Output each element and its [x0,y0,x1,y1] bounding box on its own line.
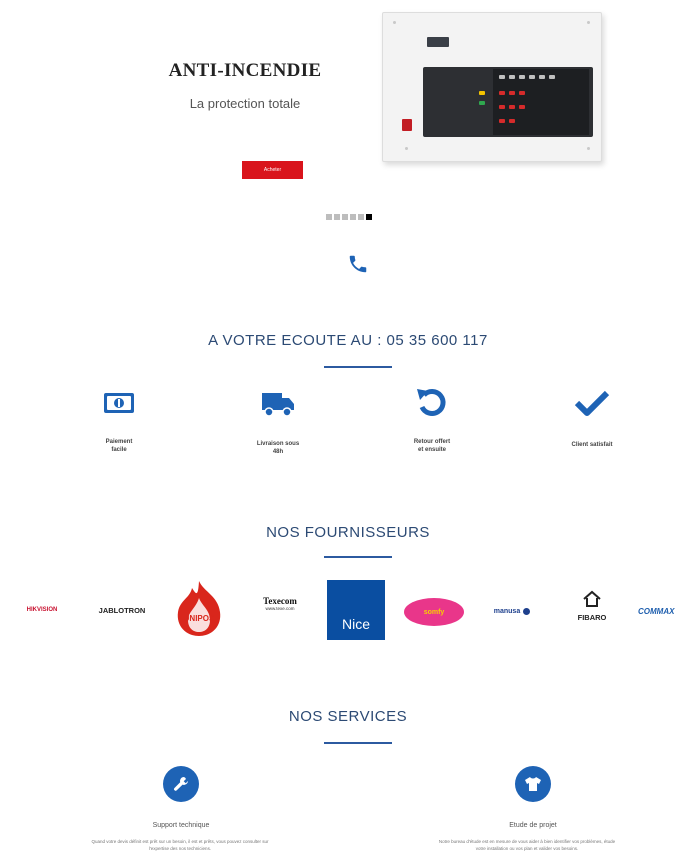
panel-screw [587,147,590,150]
panel-display [427,37,449,47]
fibaro-logo[interactable]: FIBARO [564,590,620,634]
feature-label-line: 48h [272,449,284,455]
service-description-line: votre installation ou vos plan et valide… [475,846,579,851]
feature-label-line: Client satisfait [571,442,613,448]
panel-led [509,91,515,95]
panel-led [519,105,525,109]
flame-icon [177,581,221,636]
carousel-indicators [326,214,372,220]
service-description-line: Notre bureau d'étude est en mesure de vo… [438,839,616,844]
carousel-dot[interactable] [350,214,356,220]
somfy-logo[interactable]: somfy [404,598,464,626]
section-divider [324,556,392,558]
panel-screw [587,21,590,24]
commax-logo[interactable]: COMMAX [638,598,696,624]
carousel-dot[interactable] [334,214,340,220]
panel-led [499,75,505,79]
panel-led [479,91,485,95]
panel-led [509,105,515,109]
support-service-icon[interactable] [163,766,199,802]
carousel-dot[interactable] [342,214,348,220]
suppliers-heading: NOS FOURNISSEURS [266,524,430,541]
unipos-logo[interactable]: UNIPOS [168,578,230,640]
logo-text: manusa [493,607,521,615]
feature-label: Retour offert et ensuite [392,438,472,454]
logo-text: UNIPOS [183,614,215,623]
logo-text: JABLOTRON [98,605,146,615]
panel-led [499,119,505,123]
globe-icon [523,607,531,615]
panel-led [499,105,505,109]
section-divider [324,742,392,744]
feature-label-line: facile [111,447,127,453]
manusa-logo[interactable]: manusa [478,596,546,626]
feature-label: Paiement facile [79,438,159,454]
panel-led [529,75,535,79]
panel-led [509,75,515,79]
panel-screw [393,21,396,24]
service-title: Support technique [152,822,210,829]
fire-alarm-panel-image [382,12,602,162]
feature-label-line: Paiement [105,439,133,445]
carousel-dot[interactable] [358,214,364,220]
hero-subtitle: La protection totale [189,96,301,111]
carousel-dot[interactable] [326,214,332,220]
panel-led [499,91,505,95]
buy-button[interactable]: Acheter [242,161,303,179]
contact-heading: A VOTRE ECOUTE AU : 05 35 600 117 [208,332,488,349]
logo-text: FIBARO [577,613,607,622]
logo-text: HIKVISION [26,607,58,613]
feature-label: Livraison sous 48h [238,440,318,456]
logo-subtext: www.texe.com [265,606,295,611]
texecom-logo[interactable]: Texecom www.texe.com [248,596,312,626]
service-description: Quand votre devis définit est prêt sur u… [10,838,350,852]
house-icon [583,590,601,607]
carousel-dot-active[interactable] [366,214,372,220]
logo-text: Nice [341,616,370,632]
hero-title: ANTI-INCENDIE [168,60,322,81]
hikvision-logo[interactable]: HIKVISION [10,590,74,630]
feature-label-line: et ensuite [417,447,446,453]
panel-led [519,91,525,95]
jablotron-logo[interactable]: JABLOTRON [88,590,156,630]
services-heading: NOS SERVICES [288,708,408,725]
service-description-line: Quand votre devis définit est prêt sur u… [91,839,269,844]
service-title: Etude de projet [509,822,557,829]
logo-text: somfy [423,608,445,616]
service-description-line: l'expertise des nos techniciens. [148,846,212,851]
panel-alarm-button [402,119,412,131]
panel-led [519,75,525,79]
panel-screw [405,147,408,150]
panel-led [549,75,555,79]
shirt-icon [525,777,541,791]
feature-label: Client satisfait [552,441,632,449]
check-icon [574,390,610,416]
undo-icon [417,389,446,416]
nice-logo[interactable]: Nice [327,580,385,640]
logo-text: Texecom [263,596,297,606]
panel-led [509,119,515,123]
panel-led [539,75,545,79]
truck-icon [262,393,294,417]
service-description: Notre bureau d'étude est en mesure de vo… [360,838,694,852]
logo-text: COMMAX [638,606,675,616]
feature-label-line: Livraison sous [256,441,300,447]
feature-label-line: Retour offert [413,439,451,445]
wrench-icon [174,777,188,791]
banknote-icon [104,393,134,413]
section-divider [324,366,392,368]
panel-led [479,101,485,105]
project-service-icon[interactable] [515,766,551,802]
phone-icon [349,255,367,273]
